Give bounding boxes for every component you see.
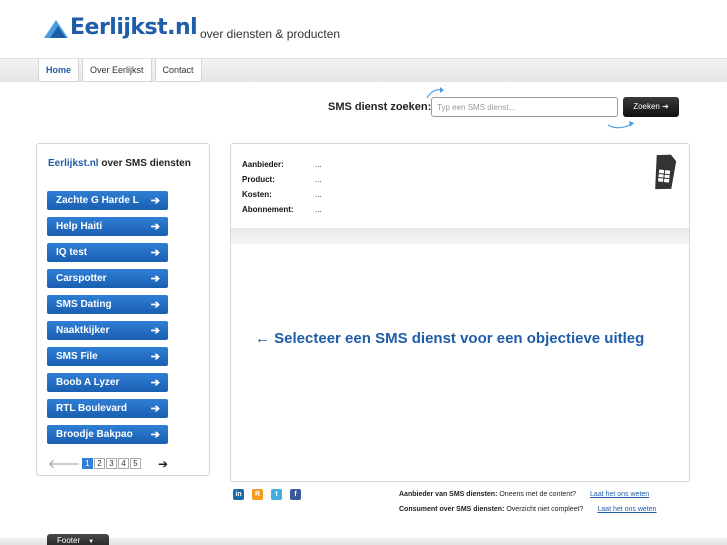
curved-arrow-bottom-icon	[607, 121, 634, 129]
service-button[interactable]: RTL Boulevard ➔	[47, 399, 168, 418]
arrow-right-icon: ➔	[150, 273, 160, 285]
social-icons: in R t f	[233, 489, 309, 500]
detail-info: Aanbieder:... Product:... Kosten:... Abo…	[242, 160, 322, 220]
tagline: over diensten & producten	[200, 27, 341, 41]
search-label: SMS dienst zoeken:	[328, 101, 432, 113]
detail-row: Abonnement:...	[242, 205, 322, 220]
sidebar-title-brand: Eerlijkst.nl	[48, 158, 99, 169]
detail-key: Product:	[242, 175, 275, 184]
arrow-right-icon: ➔	[150, 429, 160, 441]
service-list: Zachte G Harde L ➔ Help Haiti ➔ IQ test ➔ C…	[47, 191, 168, 451]
search-input[interactable]	[431, 97, 618, 117]
detail-row: Aanbieder:...	[242, 160, 322, 175]
twitter-icon[interactable]: t	[271, 489, 282, 500]
detail-value: ...	[315, 160, 322, 169]
search-button-label: Zoeken	[633, 102, 660, 111]
select-service-message: ← Selecteer een SMS dienst voor een obje…	[255, 330, 645, 347]
page-3[interactable]: 3	[106, 458, 117, 469]
service-label: Broodje Bakpao	[56, 429, 133, 440]
feedback-provider-label: Aanbieder van SMS diensten:	[399, 491, 498, 498]
page-2[interactable]: 2	[94, 458, 105, 469]
rss-icon[interactable]: R	[252, 489, 263, 500]
detail-key: Kosten:	[242, 190, 272, 199]
sidebar-title: Eerlijkst.nl over SMS diensten	[48, 158, 191, 169]
caret-down-icon: ▼	[88, 539, 95, 545]
arrow-right-icon: ➔	[150, 325, 160, 337]
service-button[interactable]: Carspotter ➔	[47, 269, 168, 288]
sidebar-title-rest: over SMS diensten	[98, 158, 191, 169]
detail-value: ...	[315, 175, 322, 184]
prev-page-icon[interactable]: 🡐	[48, 456, 82, 471]
tab-contact[interactable]: Contact	[154, 59, 202, 82]
service-label: Carspotter	[56, 273, 107, 284]
service-label: SMS File	[56, 351, 98, 362]
nav-tabs: Home Over Eerlijkst Contact	[38, 59, 205, 82]
header: Eerlijkst.nl over diensten & producten	[0, 0, 727, 58]
facebook-icon[interactable]: f	[290, 489, 301, 500]
nav-bar: Home Over Eerlijkst Contact	[0, 58, 727, 82]
service-label: Zachte G Harde L	[56, 195, 139, 206]
page-5[interactable]: 5	[130, 458, 141, 469]
feedback-line-provider: Aanbieder van SMS diensten: Oneens met d…	[399, 491, 657, 506]
logo-mark-icon	[44, 18, 68, 40]
detail-value: ...	[315, 190, 322, 199]
footer-toggle[interactable]: Footer ▼	[47, 534, 109, 545]
service-button[interactable]: Broodje Bakpao ➔	[47, 425, 168, 444]
logo-text: Eerlijkst.nl	[70, 15, 198, 40]
detail-key: Aanbieder:	[242, 160, 284, 169]
service-button[interactable]: Zachte G Harde L ➔	[47, 191, 168, 210]
service-label: IQ test	[56, 247, 88, 258]
arrow-right-icon: ➔	[150, 351, 160, 363]
next-page-icon[interactable]: ➔	[158, 457, 192, 471]
sim-card-icon	[655, 154, 677, 190]
arrow-right-icon: ➔	[150, 299, 160, 311]
service-label: RTL Boulevard	[56, 403, 127, 414]
tab-home[interactable]: Home	[38, 59, 80, 82]
service-button[interactable]: Help Haiti ➔	[47, 217, 168, 236]
feedback-consumer-label: Consument over SMS diensten:	[399, 506, 505, 513]
arrow-right-icon: ➔	[150, 403, 160, 415]
linkedin-icon[interactable]: in	[233, 489, 244, 500]
service-button[interactable]: SMS Dating ➔	[47, 295, 168, 314]
service-label: SMS Dating	[56, 299, 112, 310]
feedback-links: Aanbieder van SMS diensten: Oneens met d…	[399, 491, 657, 521]
page-1[interactable]: 1	[82, 458, 93, 469]
service-label: Help Haiti	[56, 221, 103, 232]
divider-band	[231, 228, 689, 244]
detail-value: ...	[315, 205, 322, 214]
feedback-consumer-link[interactable]: Laat het ons weten	[597, 506, 656, 513]
service-button[interactable]: SMS File ➔	[47, 347, 168, 366]
feedback-provider-text: Oneens met de content?	[497, 491, 577, 498]
footer-toggle-label: Footer	[57, 536, 81, 545]
arrow-right-icon: ➔	[150, 195, 160, 207]
service-label: Boob A Lyzer	[56, 377, 120, 388]
page-4[interactable]: 4	[118, 458, 129, 469]
search-button[interactable]: Zoeken ➔	[623, 97, 679, 117]
service-label: Naaktkijker	[56, 325, 110, 336]
service-button[interactable]: Boob A Lyzer ➔	[47, 373, 168, 392]
arrow-right-icon: ➔	[150, 247, 160, 259]
service-button[interactable]: Naaktkijker ➔	[47, 321, 168, 340]
logo[interactable]: Eerlijkst.nl	[44, 15, 198, 40]
service-button[interactable]: IQ test ➔	[47, 243, 168, 262]
feedback-consumer-text: Overzicht niet compleet?	[504, 506, 584, 513]
arrow-right-icon: ➔	[662, 102, 669, 111]
feedback-line-consumer: Consument over SMS diensten: Overzicht n…	[399, 506, 657, 521]
footer-bar	[0, 538, 727, 545]
sidebar-panel: Eerlijkst.nl over SMS diensten Zachte G …	[36, 143, 210, 476]
detail-panel: Aanbieder:... Product:... Kosten:... Abo…	[230, 143, 690, 482]
arrow-right-icon: ➔	[150, 221, 160, 233]
detail-key: Abonnement:	[242, 205, 294, 214]
tab-over-eerlijkst[interactable]: Over Eerlijkst	[82, 59, 152, 82]
feedback-provider-link[interactable]: Laat het ons weten	[590, 491, 649, 498]
arrow-right-icon: ➔	[150, 377, 160, 389]
detail-row: Product:...	[242, 175, 322, 190]
detail-row: Kosten:...	[242, 190, 322, 205]
pagination: 🡐 1 2 3 4 5 ➔	[48, 456, 192, 472]
